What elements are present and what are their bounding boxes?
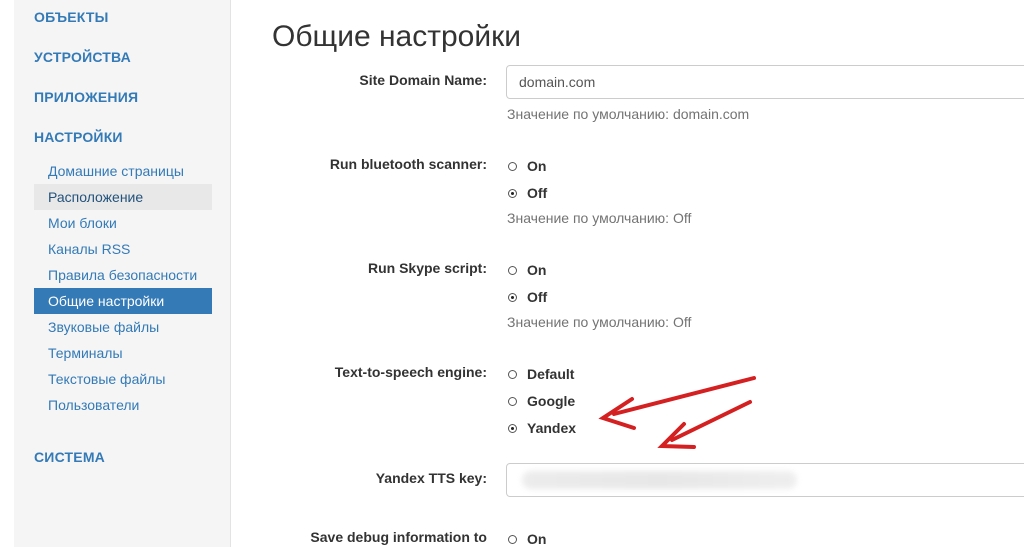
skype-label: Run Skype script:	[367, 260, 487, 276]
sidebar-section-objects[interactable]: ОБЪЕКТЫ	[34, 9, 108, 25]
bluetooth-default-text: Значение по умолчанию: Off	[507, 210, 692, 226]
tts-yandex-label: Yandex	[527, 420, 577, 436]
debug-on-label: On	[527, 531, 547, 547]
app-window: ОБЪЕКТЫ УСТРОЙСТВА ПРИЛОЖЕНИЯ НАСТРОЙКИ …	[0, 0, 1024, 547]
debug-on-radio[interactable]: On	[508, 529, 546, 547]
tts-default-radio[interactable]: Default	[508, 364, 574, 384]
page-title: Общие настройки	[272, 20, 521, 53]
skype-default-text: Значение по умолчанию: Off	[507, 314, 692, 330]
sidebar-item-home-pages[interactable]: Домашние страницы	[34, 158, 212, 184]
radio-unchecked-icon	[508, 161, 517, 171]
settings-submenu: Домашние страницы Расположение Мои блоки…	[34, 158, 212, 418]
domain-input[interactable]	[506, 65, 1024, 99]
annotation-arrow-lower	[657, 400, 752, 449]
skype-on-radio[interactable]: On	[508, 260, 546, 280]
yandex-key-label: Yandex TTS key:	[375, 470, 487, 486]
bluetooth-off-radio[interactable]: Off	[508, 183, 547, 203]
sidebar-item-my-blocks[interactable]: Мои блоки	[34, 210, 212, 236]
tts-google-radio[interactable]: Google	[508, 391, 575, 411]
bluetooth-label: Run bluetooth scanner:	[329, 156, 487, 172]
domain-default-text: Значение по умолчанию: domain.com	[507, 106, 750, 122]
sidebar-item-users[interactable]: Пользователи	[34, 392, 212, 418]
main-content: Общие настройки Site Domain Name: Значен…	[232, 0, 1024, 547]
bluetooth-off-label: Off	[527, 185, 548, 201]
tts-default-label: Default	[527, 366, 575, 382]
debug-label: Save debug information to	[310, 529, 487, 545]
radio-checked-icon	[508, 188, 517, 198]
radio-unchecked-icon	[508, 369, 517, 379]
skype-off-radio[interactable]: Off	[508, 287, 547, 307]
tts-google-label: Google	[527, 393, 576, 409]
sidebar-item-general-settings[interactable]: Общие настройки	[34, 288, 212, 314]
annotation-arrow-upper	[598, 376, 756, 430]
sidebar-section-system[interactable]: СИСТЕМА	[34, 449, 105, 465]
sidebar-section-settings[interactable]: НАСТРОЙКИ	[34, 129, 123, 145]
radio-checked-icon	[508, 423, 517, 433]
sidebar-section-apps[interactable]: ПРИЛОЖЕНИЯ	[34, 89, 138, 105]
sidebar-item-layout[interactable]: Расположение	[34, 184, 212, 210]
redacted-key-blur	[522, 471, 797, 489]
bluetooth-on-radio[interactable]: On	[508, 156, 546, 176]
radio-checked-icon	[508, 292, 517, 302]
bluetooth-on-label: On	[527, 158, 547, 174]
sidebar-section-devices[interactable]: УСТРОЙСТВА	[34, 49, 131, 65]
tts-engine-label: Text-to-speech engine:	[334, 364, 487, 380]
sidebar-item-sound-files[interactable]: Звуковые файлы	[34, 314, 212, 340]
skype-off-label: Off	[527, 289, 548, 305]
radio-unchecked-icon	[508, 265, 517, 275]
domain-label: Site Domain Name:	[359, 72, 487, 88]
tts-yandex-radio[interactable]: Yandex	[508, 418, 576, 438]
sidebar-item-security-rules[interactable]: Правила безопасности	[34, 262, 212, 288]
radio-unchecked-icon	[508, 534, 517, 544]
skype-on-label: On	[527, 262, 547, 278]
sidebar-item-terminals[interactable]: Терминалы	[34, 340, 212, 366]
sidebar-item-rss-channels[interactable]: Каналы RSS	[34, 236, 212, 262]
sidebar: ОБЪЕКТЫ УСТРОЙСТВА ПРИЛОЖЕНИЯ НАСТРОЙКИ …	[14, 0, 231, 547]
sidebar-item-text-files[interactable]: Текстовые файлы	[34, 366, 212, 392]
radio-unchecked-icon	[508, 396, 517, 406]
